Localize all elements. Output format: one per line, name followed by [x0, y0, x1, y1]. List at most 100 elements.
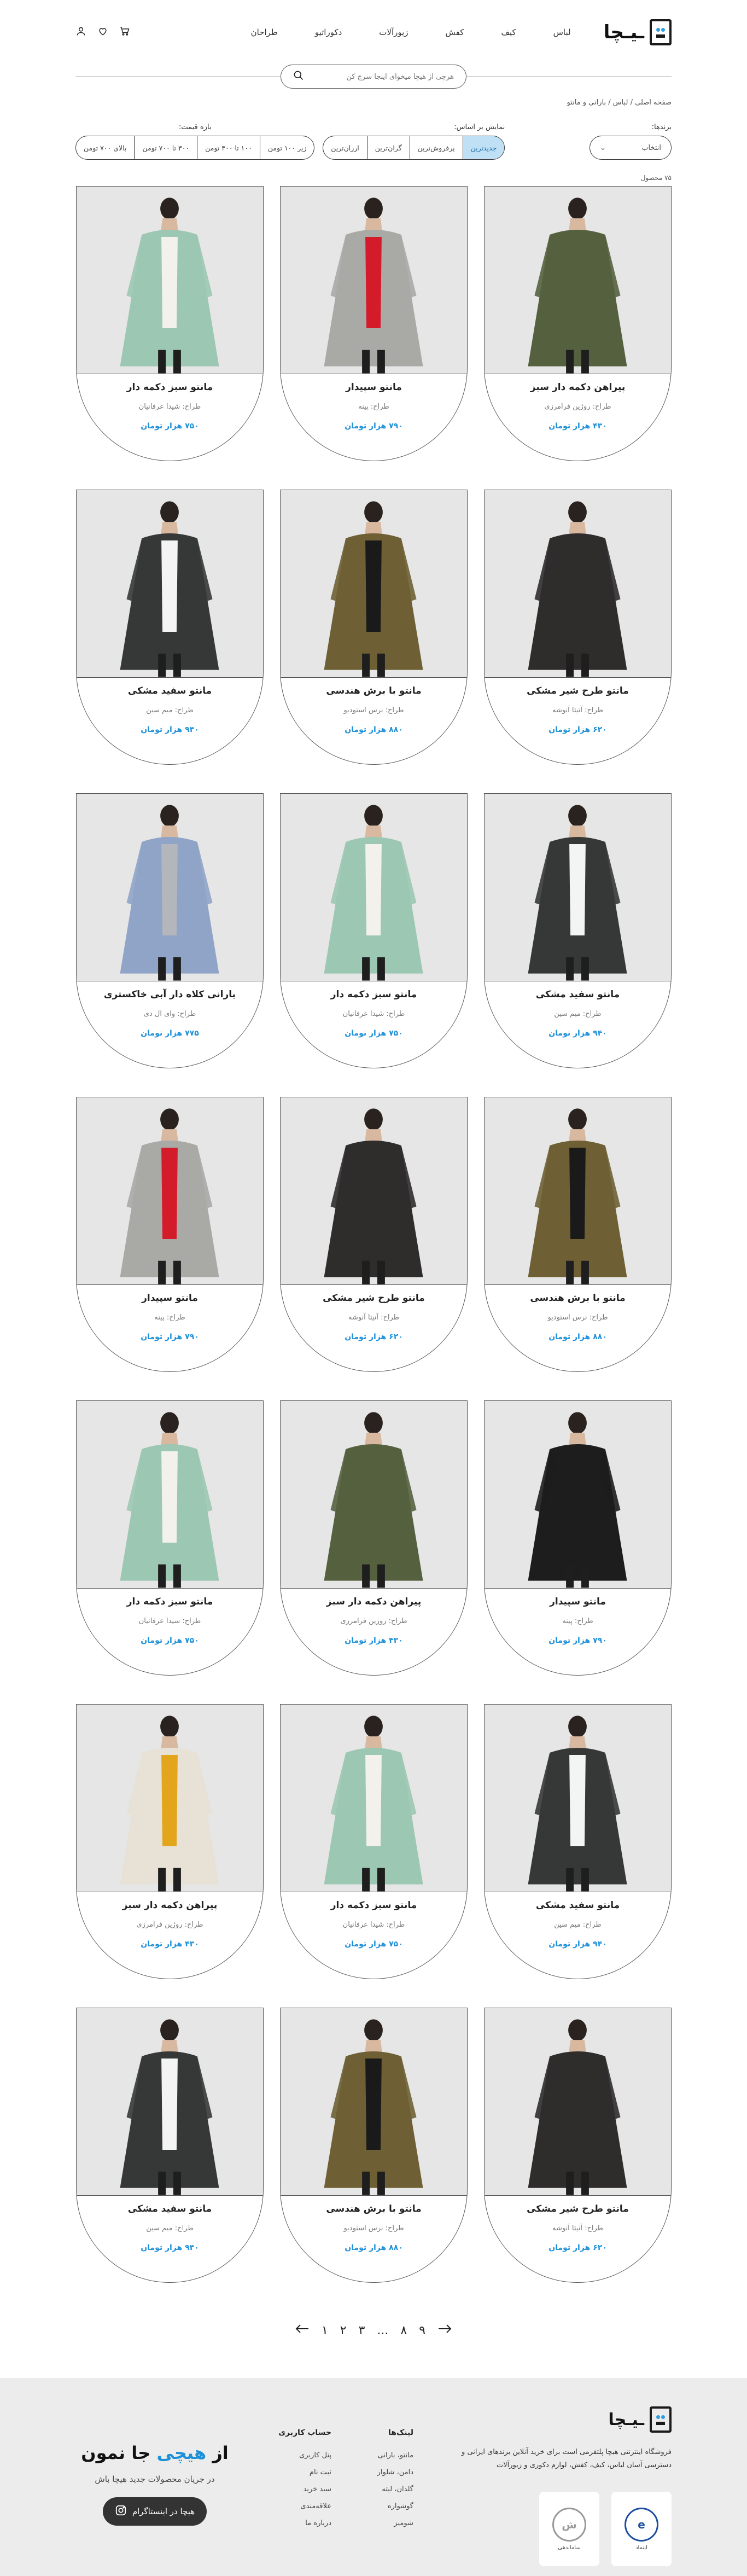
- product-title[interactable]: پیراهن دکمه دار سبز: [77, 1900, 263, 1911]
- price-under-100[interactable]: زیر ۱۰۰ تومن: [259, 136, 314, 159]
- product-card[interactable]: مانتو سفید مشکی طراح: میم سین ۹۴۰ هزار ت…: [76, 2008, 264, 2283]
- search-box[interactable]: [281, 65, 466, 89]
- sort-cheapest[interactable]: ارزان‌ترین: [323, 136, 367, 159]
- product-card[interactable]: مانتو طرح شیر مشکی طراح: آنیتا آنوشه ۶۲۰…: [280, 1097, 468, 1372]
- nav-shoes[interactable]: کفش: [446, 27, 464, 37]
- product-card[interactable]: مانتو سفید مشکی طراح: میم سین ۹۴۰ هزار ت…: [484, 1704, 672, 1979]
- product-title[interactable]: مانتو سپیدار: [485, 1596, 671, 1607]
- product-image[interactable]: [281, 490, 467, 678]
- price-300-700[interactable]: ۳۰۰ تا ۷۰۰ تومن: [134, 136, 197, 159]
- product-designer[interactable]: طراح: آنیتا آنوشه: [485, 706, 671, 714]
- product-image[interactable]: [77, 2008, 263, 2196]
- footer-logo[interactable]: ـیـچا: [447, 2406, 672, 2433]
- product-image[interactable]: [77, 187, 263, 374]
- product-image[interactable]: [485, 1097, 671, 1285]
- product-card[interactable]: مانتو سفید مشکی طراح: میم سین ۹۴۰ هزار ت…: [76, 490, 264, 765]
- product-designer[interactable]: طراح: آنیتا آنوشه: [485, 2224, 671, 2232]
- nav-bags[interactable]: کیف: [501, 27, 516, 37]
- product-title[interactable]: مانتو سفید مشکی: [77, 2203, 263, 2214]
- product-designer[interactable]: طراح: پینه: [485, 1617, 671, 1625]
- next-page-arrow-icon[interactable]: [437, 2323, 452, 2337]
- product-card[interactable]: مانتو طرح شیر مشکی طراح: آنیتا آنوشه ۶۲۰…: [484, 490, 672, 765]
- brand-select[interactable]: انتخاب ⌄: [590, 136, 672, 160]
- footer-link[interactable]: دامن، شلوار: [377, 2468, 413, 2476]
- product-card[interactable]: مانتو سبز دکمه دار طراح: شیدا عرفانیان ۷…: [76, 186, 264, 461]
- sort-newest[interactable]: جدیدترین: [462, 136, 505, 159]
- product-card[interactable]: مانتو با برش هندسی طراح: نرس استودیو ۸۸۰…: [280, 490, 468, 765]
- product-title[interactable]: مانتو سفید مشکی: [485, 1900, 671, 1911]
- price-100-300[interactable]: ۱۰۰ تا ۳۰۰ تومن: [197, 136, 260, 159]
- footer-account-link[interactable]: علاقه‌مندی: [278, 2502, 331, 2510]
- product-card[interactable]: مانتو سبز دکمه دار طراح: شیدا عرفانیان ۷…: [280, 793, 468, 1068]
- footer-link[interactable]: گلدان، لیته: [377, 2485, 413, 2493]
- product-image[interactable]: [77, 490, 263, 678]
- nav-designers[interactable]: طراحان: [251, 27, 278, 37]
- search-input[interactable]: [313, 72, 454, 81]
- product-designer[interactable]: طراح: میم سین: [77, 706, 263, 714]
- product-image[interactable]: [281, 2008, 467, 2196]
- product-title[interactable]: مانتو با برش هندسی: [281, 685, 467, 696]
- product-card[interactable]: مانتو سپیدار طراح: پینه ۷۹۰ هزار تومان: [280, 186, 468, 461]
- product-image[interactable]: [281, 1705, 467, 1892]
- product-title[interactable]: مانتو طرح شیر مشکی: [281, 1293, 467, 1304]
- breadcrumb[interactable]: صفحه اصلی / لباس / بارانی و مانتو: [75, 98, 672, 107]
- product-title[interactable]: مانتو سفید مشکی: [77, 685, 263, 696]
- product-designer[interactable]: طراح: میم سین: [485, 1921, 671, 1929]
- product-designer[interactable]: طراح: نرس استودیو: [281, 706, 467, 714]
- product-image[interactable]: [77, 794, 263, 981]
- product-designer[interactable]: طراح: روژین فرامرزی: [281, 1617, 467, 1625]
- product-image[interactable]: [281, 794, 467, 981]
- product-image[interactable]: [485, 490, 671, 678]
- product-image[interactable]: [77, 1401, 263, 1589]
- product-image[interactable]: [485, 2008, 671, 2196]
- product-designer[interactable]: طراح: شیدا عرفانیان: [281, 1010, 467, 1018]
- site-logo[interactable]: ـیـچا: [604, 19, 672, 45]
- product-title[interactable]: پیراهن دکمه دار سبز: [485, 382, 671, 393]
- product-card[interactable]: مانتو با برش هندسی طراح: نرس استودیو ۸۸۰…: [484, 1097, 672, 1372]
- prev-page-arrow-icon[interactable]: [295, 2323, 310, 2337]
- samandehi-badge[interactable]: ش ساماندهی: [539, 2492, 599, 2566]
- product-title[interactable]: مانتو سبز دکمه دار: [77, 382, 263, 393]
- product-designer[interactable]: طراح: پینه: [281, 403, 467, 411]
- search-icon[interactable]: [293, 70, 304, 83]
- product-card[interactable]: بارانی کلاه دار آبی خاکستری طراح: وای ال…: [76, 793, 264, 1068]
- product-image[interactable]: [485, 1401, 671, 1589]
- product-image[interactable]: [485, 187, 671, 374]
- instagram-button[interactable]: هیچا در اینستاگرام: [102, 2497, 207, 2526]
- user-icon[interactable]: [75, 26, 86, 39]
- page-2[interactable]: ۲: [340, 2324, 347, 2337]
- footer-account-link[interactable]: پنل کاربری: [278, 2451, 331, 2459]
- product-card[interactable]: مانتو با برش هندسی طراح: نرس استودیو ۸۸۰…: [280, 2008, 468, 2283]
- price-over-700[interactable]: بالای ۷۰۰ تومن: [76, 136, 134, 159]
- product-image[interactable]: [281, 187, 467, 374]
- product-image[interactable]: [485, 1705, 671, 1892]
- product-card[interactable]: پیراهن دکمه دار سبز طراح: روژین فرامرزی …: [280, 1400, 468, 1676]
- product-image[interactable]: [485, 794, 671, 981]
- page-3[interactable]: ۳: [359, 2324, 365, 2337]
- product-designer[interactable]: طراح: وای ال دی: [77, 1010, 263, 1018]
- product-card[interactable]: مانتو سبز دکمه دار طراح: شیدا عرفانیان ۷…: [280, 1704, 468, 1979]
- footer-link[interactable]: شومیز: [377, 2519, 413, 2527]
- product-title[interactable]: بارانی کلاه دار آبی خاکستری: [77, 989, 263, 1000]
- cart-icon[interactable]: [119, 26, 130, 39]
- product-title[interactable]: مانتو سبز دکمه دار: [77, 1596, 263, 1607]
- product-designer[interactable]: طراح: روژین فرامرزی: [77, 1921, 263, 1929]
- product-card[interactable]: مانتو سپیدار طراح: پینه ۷۹۰ هزار تومان: [76, 1097, 264, 1372]
- footer-account-link[interactable]: سبد خرید: [278, 2485, 331, 2493]
- product-card[interactable]: مانتو طرح شیر مشکی طراح: آنیتا آنوشه ۶۲۰…: [484, 2008, 672, 2283]
- nav-clothes[interactable]: لباس: [553, 27, 571, 37]
- product-title[interactable]: مانتو با برش هندسی: [485, 1293, 671, 1304]
- footer-link[interactable]: گوشواره: [377, 2502, 413, 2510]
- product-designer[interactable]: طراح: میم سین: [77, 2224, 263, 2232]
- product-image[interactable]: [77, 1097, 263, 1285]
- heart-icon[interactable]: [97, 26, 108, 39]
- product-title[interactable]: مانتو سپیدار: [77, 1293, 263, 1304]
- product-title[interactable]: مانتو سفید مشکی: [485, 989, 671, 1000]
- footer-account-link[interactable]: درباره ما: [278, 2519, 331, 2527]
- product-image[interactable]: [281, 1097, 467, 1285]
- product-designer[interactable]: طراح: نرس استودیو: [281, 2224, 467, 2232]
- product-designer[interactable]: طراح: شیدا عرفانیان: [281, 1921, 467, 1929]
- product-designer[interactable]: طراح: شیدا عرفانیان: [77, 1617, 263, 1625]
- product-title[interactable]: مانتو سبز دکمه دار: [281, 1900, 467, 1911]
- product-designer[interactable]: طراح: آنیتا آنوشه: [281, 1313, 467, 1322]
